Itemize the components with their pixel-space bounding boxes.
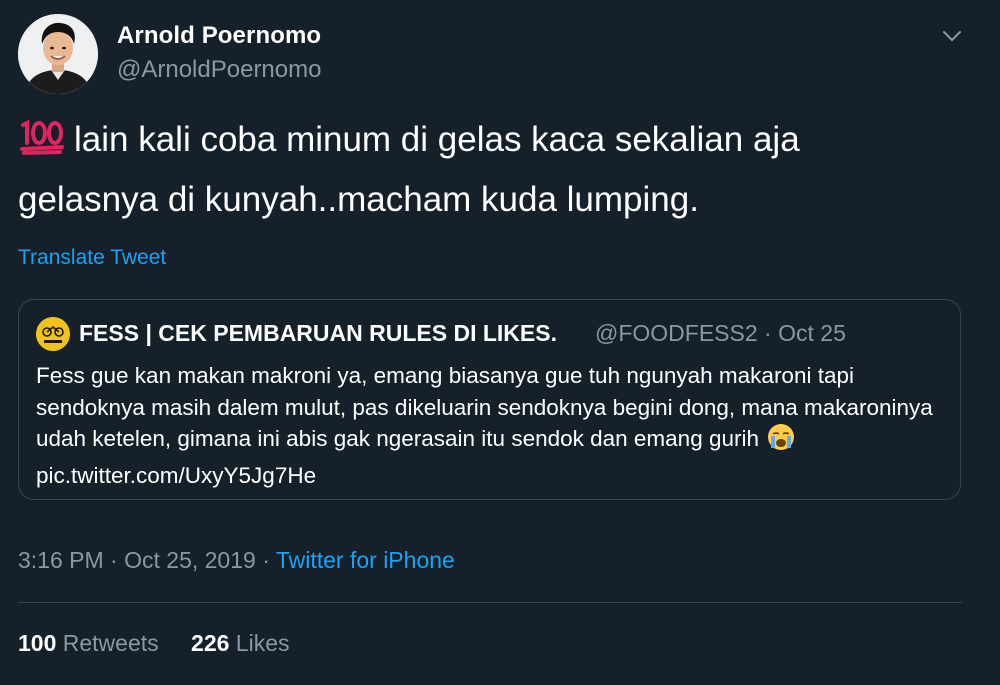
tweet-timestamp: 3:16 PM · Oct 25, 2019 · Twitter for iPh… [18, 547, 455, 574]
author-name[interactable]: Arnold Poernomo [117, 22, 321, 50]
quoted-author-avatar [36, 317, 70, 351]
likes-stat[interactable]: 226 Likes [191, 630, 289, 656]
tweet-date[interactable]: Oct 25, 2019 [124, 547, 256, 573]
quoted-date: Oct 25 [778, 320, 846, 346]
retweets-count: 100 [18, 630, 57, 656]
tweet-time[interactable]: 3:16 PM [18, 547, 104, 573]
engagement-stats: 100 Retweets 226 Likes [18, 630, 316, 657]
meta-separator: · [764, 320, 779, 346]
quoted-meta: @FOODFESS2 · Oct 25 [595, 320, 846, 347]
tweet-source-link[interactable]: Twitter for iPhone [276, 547, 455, 573]
retweets-stat[interactable]: 100 Retweets [18, 630, 165, 656]
avatar-image [18, 14, 98, 94]
divider [18, 602, 962, 603]
meta-separator: · [262, 547, 276, 573]
tweet-text: lain kali coba minum di gelas kaca sekal… [18, 112, 968, 228]
translate-tweet-link[interactable]: Translate Tweet [18, 246, 166, 270]
quoted-tweet[interactable]: FESS | CEK PEMBARUAN RULES DI LIKES. @FO… [18, 299, 961, 500]
likes-count: 226 [191, 630, 230, 656]
quoted-author-name: FESS | CEK PEMBARUAN RULES DI LIKES. [79, 320, 557, 346]
hundred-points-icon [18, 116, 66, 172]
meta-separator: · [110, 547, 125, 573]
likes-label: Likes [235, 630, 290, 656]
quoted-text-body: Fess gue kan makan makroni ya, emang bia… [36, 363, 933, 451]
author-handle[interactable]: @ArnoldPoernomo [117, 56, 321, 84]
chevron-down-icon[interactable] [940, 24, 964, 48]
quoted-link[interactable]: pic.twitter.com/UxyY5Jg7He [36, 463, 316, 488]
quoted-author-handle: @FOODFESS2 [595, 320, 758, 346]
retweets-label: Retweets [62, 630, 159, 656]
tweet-text-line1: lain kali coba minum di gelas kaca sekal… [74, 120, 800, 159]
loudly-crying-face-icon [767, 423, 795, 460]
tweet-text-line2: gelasnya di kunyah..macham kuda lumping. [18, 180, 699, 219]
author-avatar[interactable] [18, 14, 98, 94]
quoted-text: Fess gue kan makan makroni ya, emang bia… [36, 360, 941, 491]
